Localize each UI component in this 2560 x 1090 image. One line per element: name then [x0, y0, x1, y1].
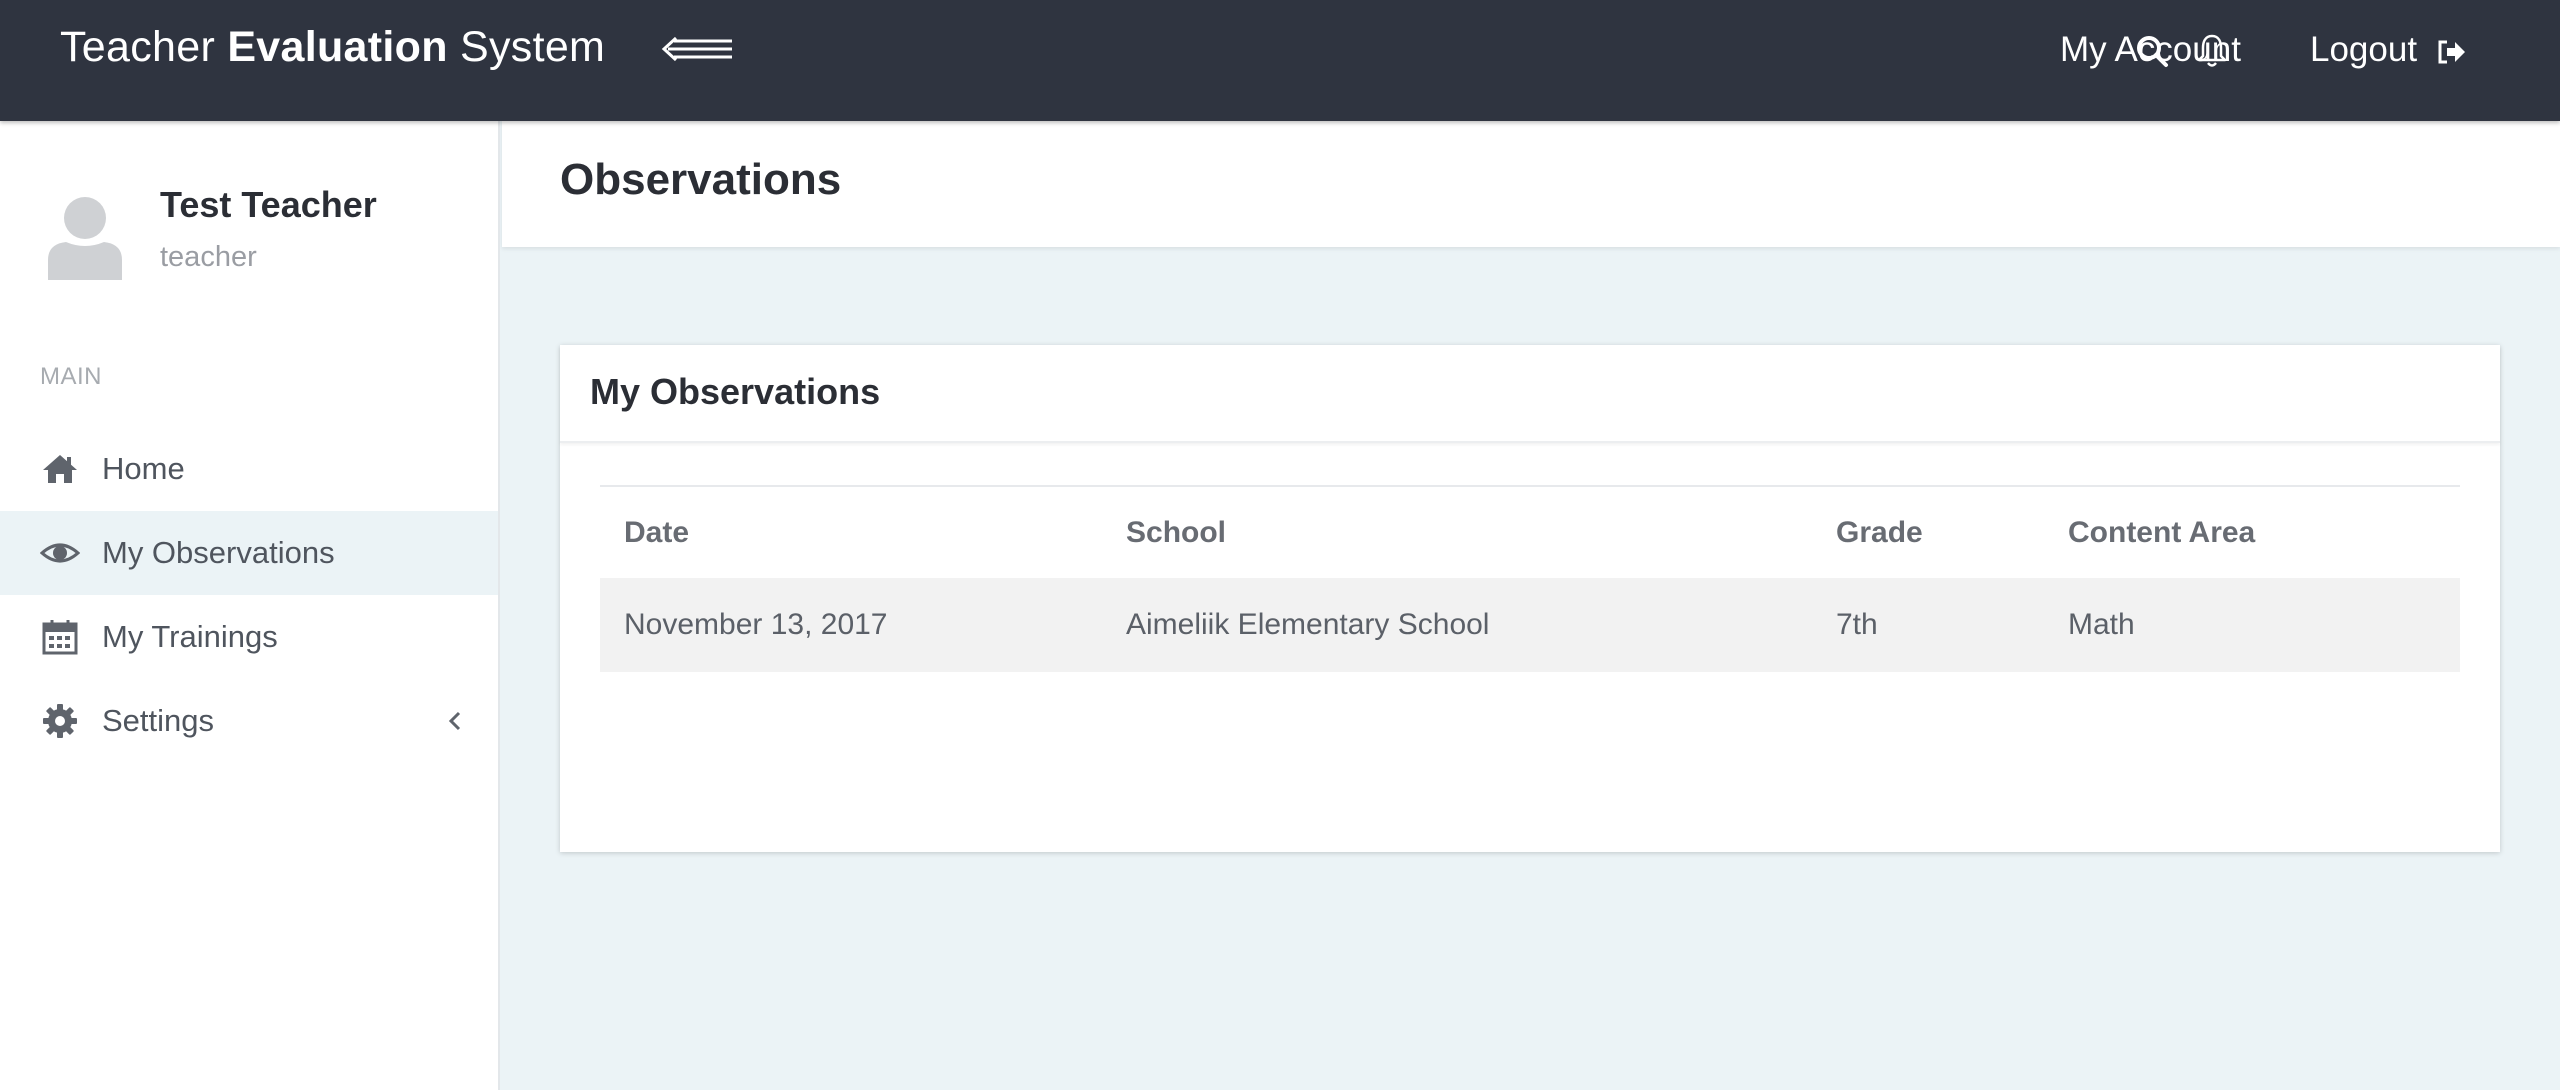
cell-date: November 13, 2017	[600, 578, 1102, 672]
my-account-link[interactable]: My Account	[2060, 28, 2241, 72]
cell-grade: 7th	[1812, 578, 2044, 672]
logout-link[interactable]: Logout	[2310, 28, 2467, 72]
calendar-icon	[40, 617, 80, 657]
page-title: Observations	[560, 155, 842, 204]
sidebar-item-home[interactable]: Home	[0, 427, 498, 511]
chevron-left-icon	[444, 707, 466, 735]
sidebar-item-label: Home	[102, 451, 185, 486]
observations-table: Date School Grade Content Area November …	[600, 485, 2460, 672]
sidebar-item-label: Settings	[102, 703, 215, 738]
table-row[interactable]: November 13, 2017 Aimeliik Elementary Sc…	[600, 578, 2460, 672]
top-navbar: Teacher Evaluation System My Account Log…	[0, 0, 2560, 121]
home-icon	[40, 449, 80, 489]
sidebar-nav: Home My Observations My Trainings Settin…	[0, 427, 498, 763]
sidebar-toggle-icon[interactable]	[660, 32, 734, 66]
page-header: Observations	[502, 121, 2560, 247]
sidebar-item-my-observations[interactable]: My Observations	[0, 511, 498, 595]
user-role: teacher	[160, 241, 257, 273]
column-header-school[interactable]: School	[1102, 485, 1812, 578]
observations-card: My Observations Date School Grade Conten…	[560, 345, 2500, 852]
brand-word-1: Teacher	[60, 23, 216, 71]
column-header-content-area[interactable]: Content Area	[2044, 485, 2460, 578]
cell-content-area: Math	[2044, 578, 2460, 672]
sign-out-icon	[2438, 40, 2465, 64]
sidebar-item-my-trainings[interactable]: My Trainings	[0, 595, 498, 679]
avatar	[46, 194, 124, 280]
cell-school: Aimeliik Elementary School	[1102, 578, 1812, 672]
sidebar: Test Teacher teacher MAIN Home My Observ…	[0, 121, 500, 1090]
app-brand[interactable]: Teacher Evaluation System	[60, 22, 605, 72]
brand-word-3: System	[460, 23, 606, 71]
column-header-date[interactable]: Date	[600, 485, 1102, 578]
nav-section-label: MAIN	[40, 363, 102, 390]
gear-icon	[40, 701, 80, 741]
sidebar-item-label: My Observations	[102, 535, 335, 570]
brand-word-2: Evaluation	[227, 23, 448, 71]
eye-icon	[39, 533, 81, 573]
sidebar-item-label: My Trainings	[102, 619, 278, 654]
table-header-row: Date School Grade Content Area	[600, 485, 2460, 578]
sidebar-item-settings[interactable]: Settings	[0, 679, 498, 763]
card-title: My Observations	[590, 371, 881, 412]
card-header: My Observations	[560, 345, 2500, 443]
logout-label: Logout	[2310, 30, 2418, 69]
column-header-grade[interactable]: Grade	[1812, 485, 2044, 578]
user-name: Test Teacher	[160, 184, 377, 225]
